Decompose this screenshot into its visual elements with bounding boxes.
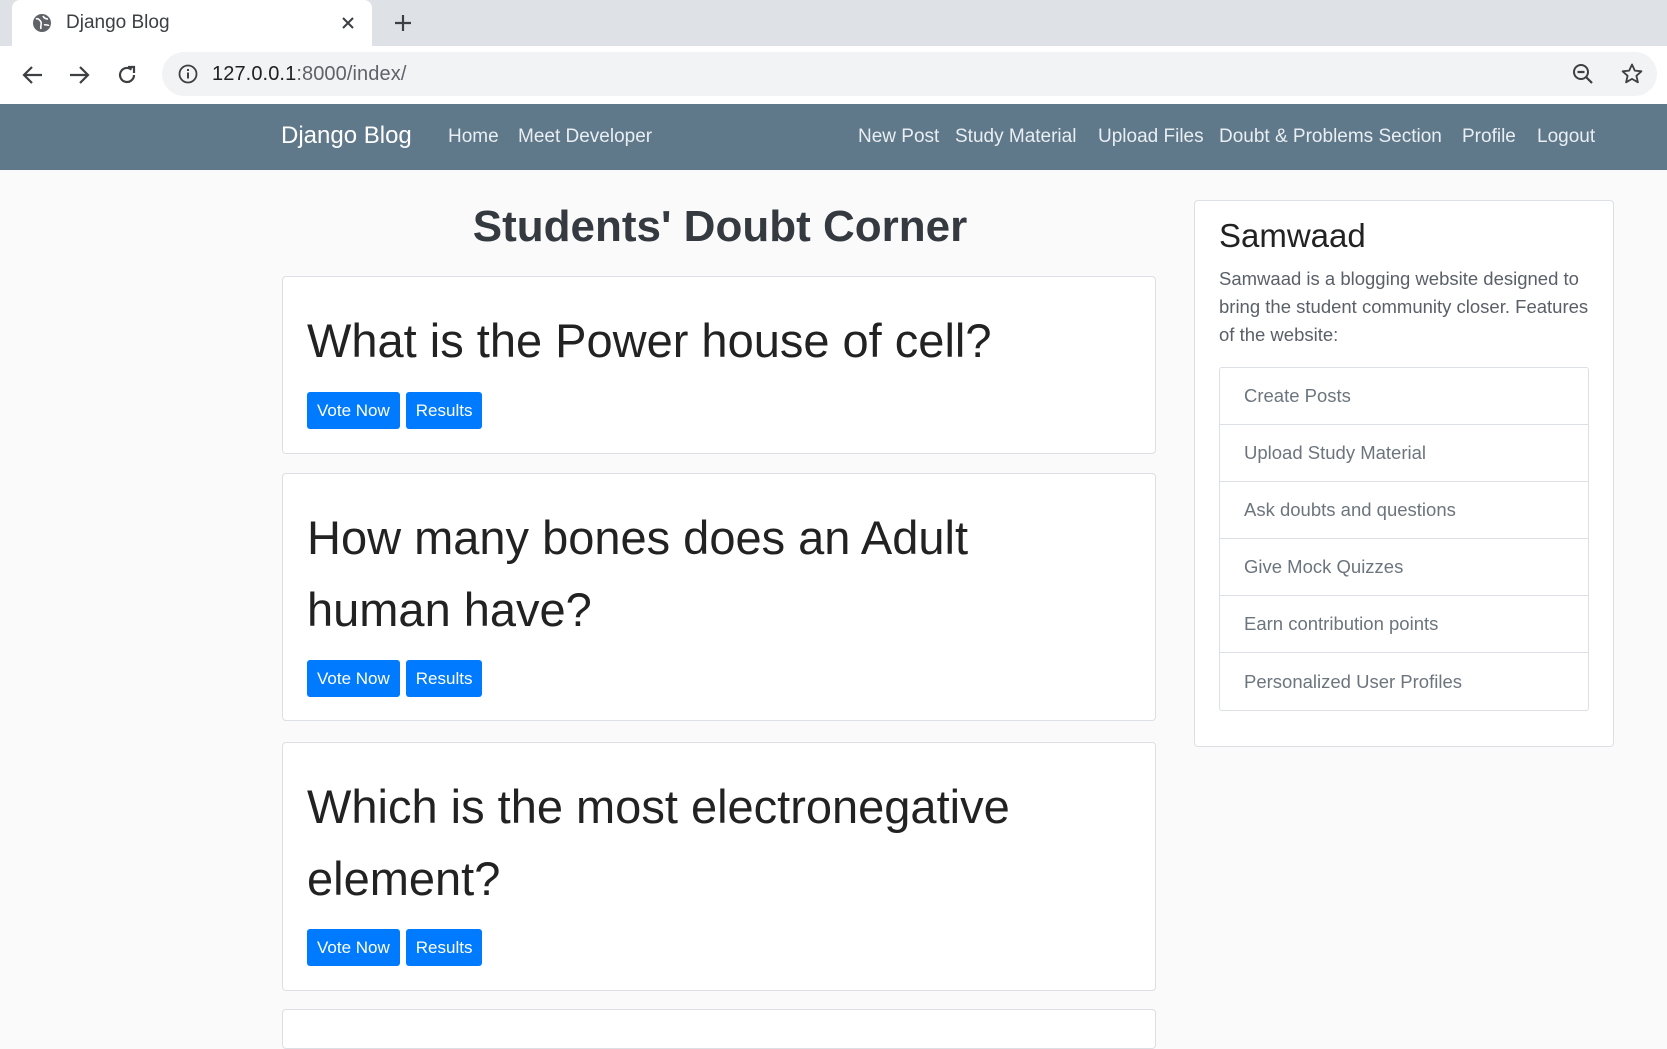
nav-link-profile[interactable]: Profile [1462,126,1516,148]
site-navbar: Django Blog Home Meet Developer New Post… [0,104,1667,170]
bookmark-star-icon[interactable] [1620,62,1644,86]
nav-link-study-material[interactable]: Study Material [955,126,1076,148]
url-host: 127.0.0.1 [212,63,297,85]
browser-toolbar: 127.0.0.1:8000/index/ [0,46,1667,104]
question-actions: Vote Now Results [307,660,483,697]
zoom-out-icon[interactable] [1572,63,1594,85]
page-title: Students' Doubt Corner [472,202,968,251]
feature-item: Upload Study Material [1220,425,1588,482]
question-actions: Vote Now Results [307,929,483,966]
forward-arrow-icon[interactable] [64,60,94,90]
reload-icon[interactable] [112,60,142,90]
feature-item: Give Mock Quizzes [1220,539,1588,596]
question-card: Which is the most electronegative elemen… [282,742,1156,991]
tab-title: Django Blog [66,12,170,33]
sidebar-description: Samwaad is a blogging website designed t… [1219,268,1589,345]
feature-item: Earn contribution points [1220,596,1588,653]
url-text[interactable]: 127.0.0.1:8000/index/ [212,63,407,86]
results-button[interactable]: Results [405,929,483,966]
address-bar[interactable]: 127.0.0.1:8000/index/ [162,52,1657,96]
feature-item: Personalized User Profiles [1244,670,1462,692]
question-title: How many bones does an Adult human have? [307,511,969,636]
nav-link-new-post[interactable]: New Post [858,126,939,148]
info-icon[interactable] [178,64,198,84]
sidebar-title: Samwaad [1219,217,1366,254]
browser-tab-bar: Django Blog [0,0,1667,46]
vote-now-button[interactable]: Vote Now [307,392,400,429]
question-card: How many bones does an Adult human have?… [282,473,1156,721]
vote-now-button[interactable]: Vote Now [307,929,400,966]
url-path: :8000/index/ [296,63,407,85]
nav-link-doubt-problems[interactable]: Doubt & Problems Section [1219,126,1442,148]
brand-link[interactable]: Django Blog [281,122,412,150]
nav-link-home[interactable]: Home [448,126,499,148]
question-card: What is the Power house of cell? Vote No… [282,276,1156,454]
vote-now-button[interactable]: Vote Now [307,660,400,697]
sidebar-card: Samwaad Samwaad is a blogging website de… [1194,200,1614,747]
results-button[interactable]: Results [405,392,483,429]
globe-icon [33,14,51,32]
nav-link-meet-developer[interactable]: Meet Developer [518,126,652,148]
back-arrow-icon[interactable] [18,60,48,90]
feature-item: Ask doubts and questions [1220,482,1588,539]
question-actions: Vote Now Results [307,392,483,429]
close-tab-icon[interactable] [338,13,358,33]
feature-item: Create Posts [1220,368,1588,425]
feature-list: Create Posts Upload Study Material Ask d… [1219,367,1589,711]
browser-tab[interactable]: Django Blog [12,0,372,46]
results-button[interactable]: Results [405,660,483,697]
nav-link-logout[interactable]: Logout [1537,126,1595,148]
question-card-partial [282,1009,1156,1049]
new-tab-plus-icon[interactable] [390,10,416,36]
nav-link-upload-files[interactable]: Upload Files [1098,126,1204,148]
question-title: Which is the most electronegative elemen… [307,780,1010,905]
question-title: What is the Power house of cell? [307,314,992,367]
